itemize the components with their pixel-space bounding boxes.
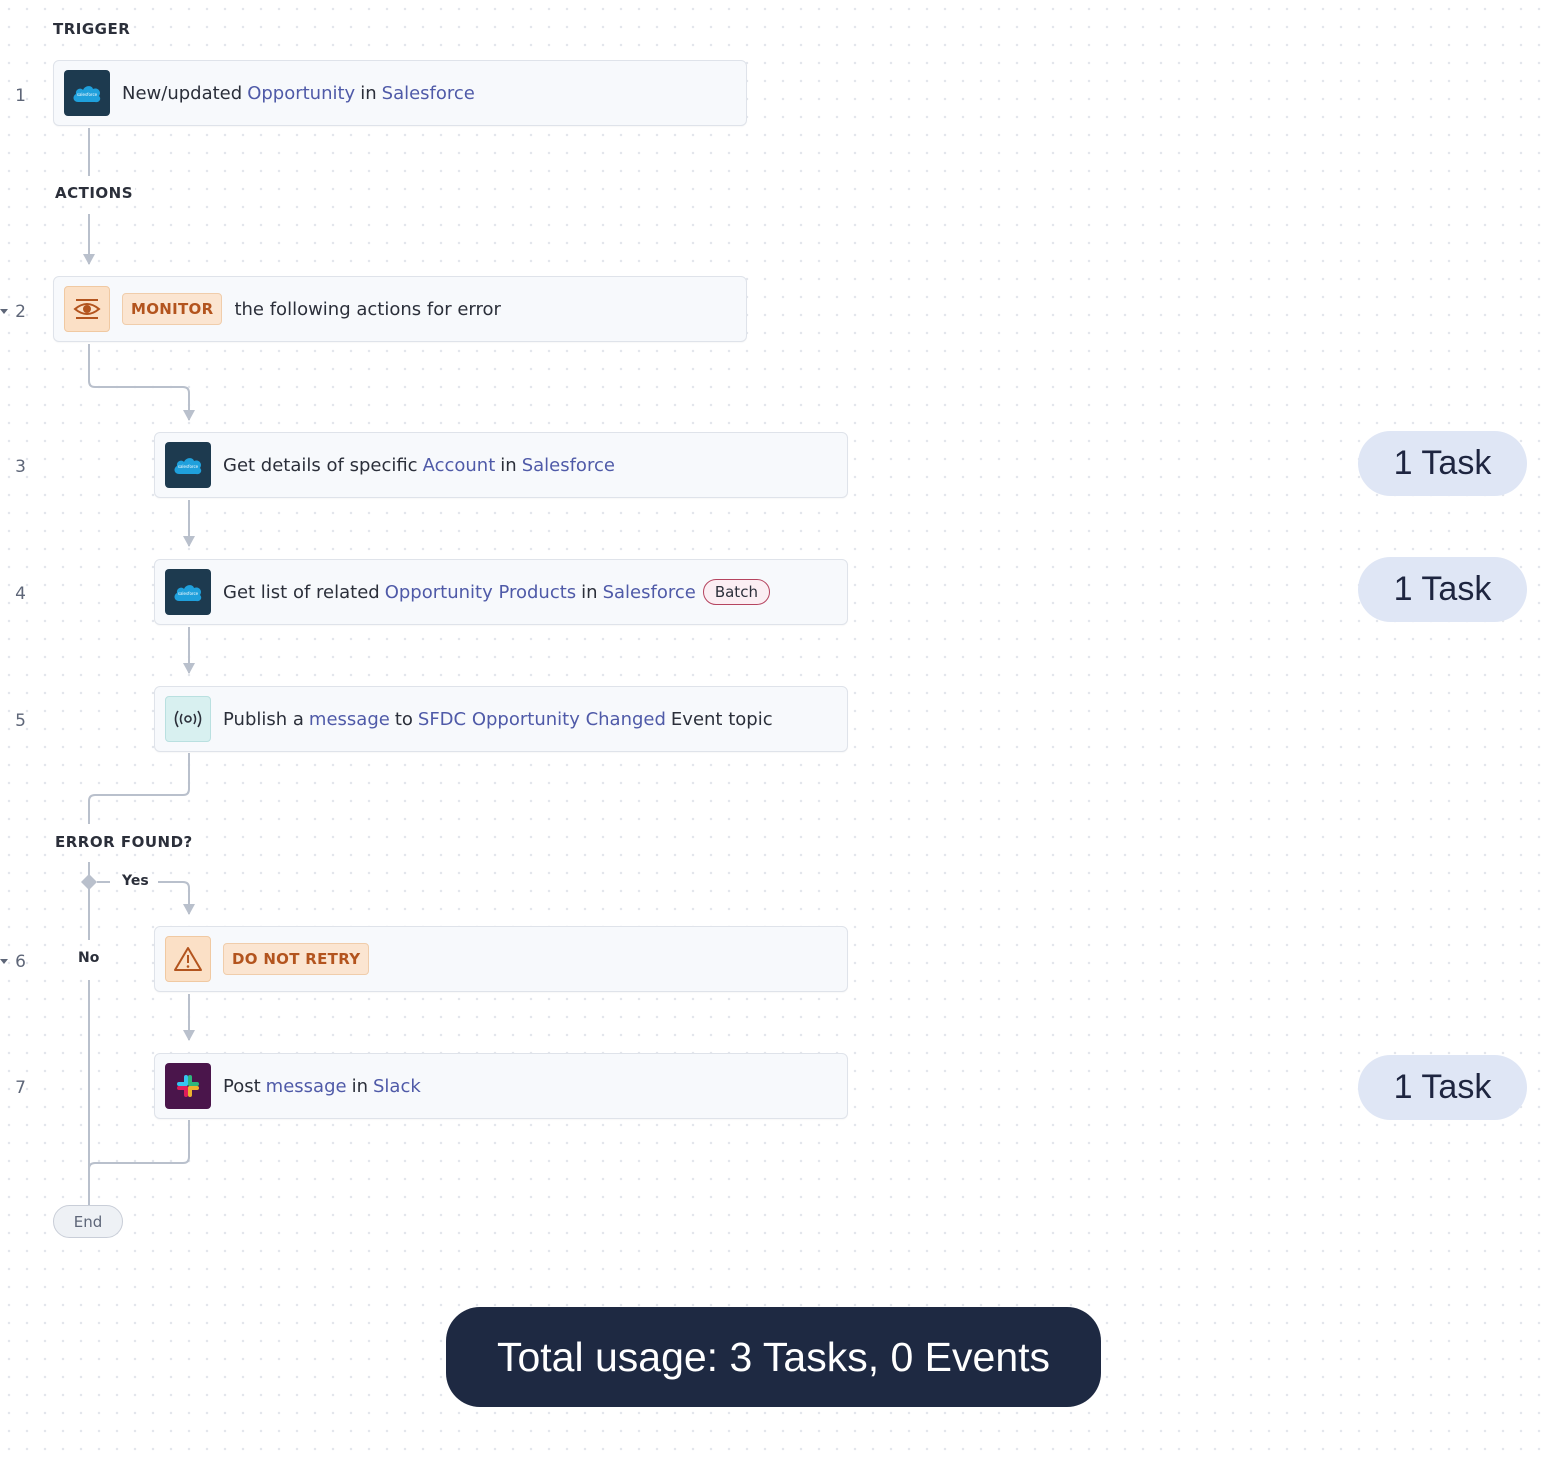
end-node: End [53,1205,123,1238]
trigger-step[interactable]: salesforce New/updated Opportunity in Sa… [53,60,747,126]
do-not-retry-keyword: DO NOT RETRY [223,943,370,975]
step-4-text-in: in [581,581,598,603]
step-2-text: the following actions for error [234,298,501,320]
step-5-link-message[interactable]: message [309,709,390,730]
trigger-section-label: TRIGGER [51,20,133,38]
batch-badge: Batch [702,579,770,605]
step-5-link-topic[interactable]: SFDC Opportunity Changed [418,709,666,730]
step-5-text-to: to [394,708,413,730]
step-7-link-app[interactable]: Slack [373,1076,421,1097]
line-number-6: 6 [15,952,26,972]
line-number-5: 5 [15,711,26,731]
monitor-step[interactable]: MONITOR the following actions for error [53,276,747,342]
post-slack-message-step[interactable]: Post message in Slack [154,1053,848,1119]
step-5-text-tail: Event topic [670,708,773,730]
step-4-text-0: Get list of related [223,581,380,603]
step-3-text-in: in [500,454,517,476]
line-number-4: 4 [15,584,26,604]
monitor-eye-icon [64,286,110,332]
step-3-text-0: Get details of specific [223,454,418,476]
task-badge-step-7: 1 Task [1358,1055,1527,1120]
step-3-link-object[interactable]: Account [423,455,496,476]
step-1-link-object[interactable]: Opportunity [247,83,355,104]
slack-icon [165,1063,211,1109]
get-account-step[interactable]: salesforce Get details of specific Accou… [154,432,848,498]
svg-text:salesforce: salesforce [77,92,98,97]
step-3-link-app[interactable]: Salesforce [522,455,615,476]
step-5-text-0: Publish a [223,708,304,730]
get-related-products-step[interactable]: salesforce Get list of related Opportuni… [154,559,848,625]
svg-text:salesforce: salesforce [178,464,199,469]
branch-yes-label: Yes [119,873,152,889]
monitor-keyword: MONITOR [122,293,223,325]
error-found-label: ERROR FOUND? [53,833,195,851]
line-number-7: 7 [15,1078,26,1098]
svg-text:salesforce: salesforce [178,591,199,596]
total-usage-banner: Total usage: 3 Tasks, 0 Events [446,1307,1101,1407]
step-4-link-object[interactable]: Opportunity Products [385,582,576,603]
step-1-link-app[interactable]: Salesforce [382,83,475,104]
line-number-1: 1 [15,86,26,106]
step-1-text-in: in [360,82,377,104]
branch-no-label: No [75,950,103,966]
line-number-2: 2 [15,302,26,322]
do-not-retry-step[interactable]: DO NOT RETRY [154,926,848,992]
step-1-text-0: New/updated [122,82,243,104]
task-badge-step-3: 1 Task [1358,431,1527,496]
publish-message-step[interactable]: Publish a message to SFDC Opportunity Ch… [154,686,848,752]
step-4-link-app[interactable]: Salesforce [603,582,696,603]
step-7-text-in: in [351,1075,368,1097]
warning-icon [165,936,211,982]
step-7-text-0: Post [223,1075,261,1097]
salesforce-icon: salesforce [64,70,110,116]
step-7-link-message[interactable]: message [266,1076,347,1097]
task-badge-step-4: 1 Task [1358,557,1527,622]
line-number-3: 3 [15,457,26,477]
salesforce-icon: salesforce [165,442,211,488]
actions-section-label: ACTIONS [53,184,136,202]
salesforce-icon: salesforce [165,569,211,615]
event-stream-icon [165,696,211,742]
